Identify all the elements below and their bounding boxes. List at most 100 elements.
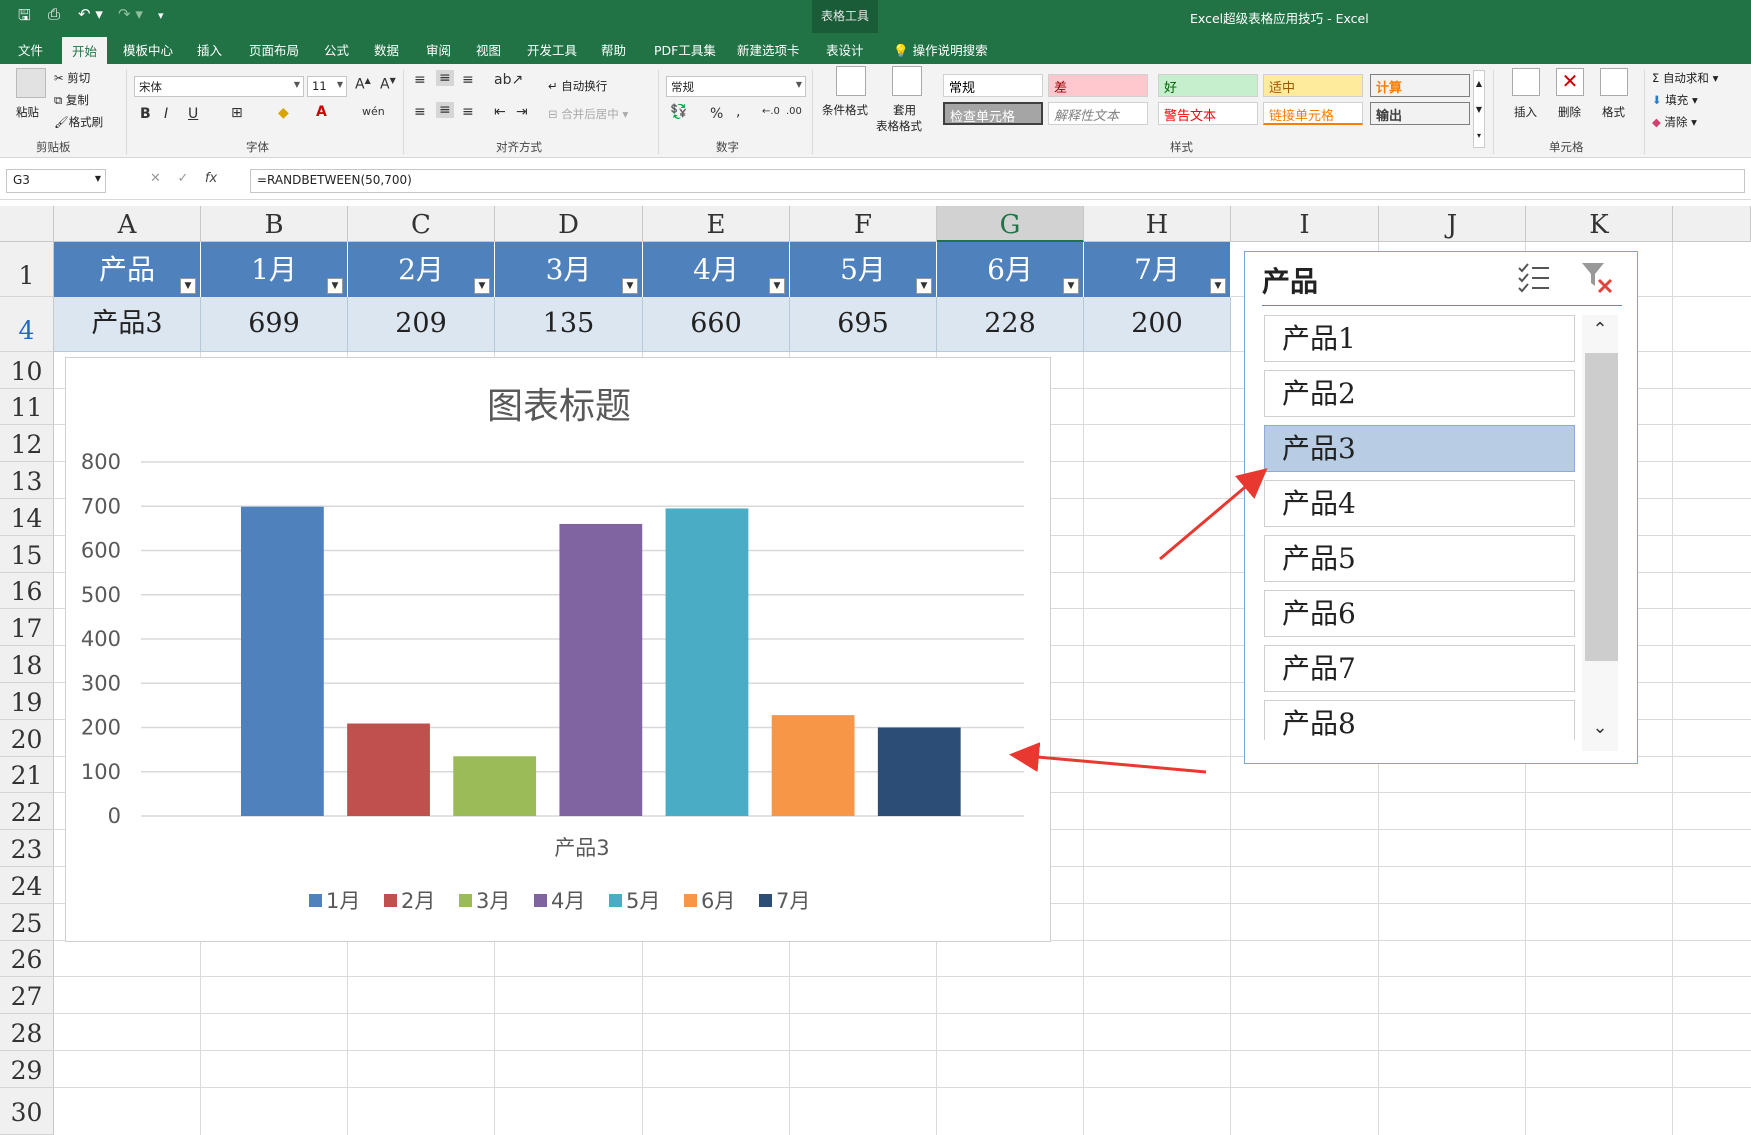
row-header[interactable]: 22: [0, 793, 54, 830]
format-as-table-label-1[interactable]: 套用: [893, 102, 916, 118]
name-box[interactable]: G3 ▼: [6, 169, 106, 193]
slicer-item[interactable]: 产品3: [1264, 425, 1575, 472]
row-header[interactable]: 20: [0, 720, 54, 757]
column-header-partial[interactable]: [1673, 206, 1751, 242]
filter-dropdown-icon[interactable]: ▼: [622, 278, 638, 294]
slicer[interactable]: 产品 产品1 产品2 产品3 产品4 产品5 产品6 产品7 产品8 ⌃ ⌄: [1244, 251, 1638, 764]
table-cell[interactable]: 209: [348, 297, 495, 352]
table-cell[interactable]: 200: [1084, 297, 1231, 352]
format-as-table-label-2[interactable]: 表格格式: [876, 118, 922, 134]
insert-cells-icon[interactable]: [1512, 68, 1540, 96]
currency-icon[interactable]: 💱: [670, 104, 687, 120]
cell-style-1[interactable]: 差: [1048, 74, 1148, 97]
tab-help[interactable]: 帮助: [601, 40, 626, 59]
increase-indent-icon[interactable]: ⇥: [516, 104, 528, 120]
align-right-icon[interactable]: ≡: [462, 104, 474, 120]
table-cell[interactable]: 699: [201, 297, 348, 352]
cell-style-5[interactable]: 检查单元格: [943, 102, 1043, 125]
borders-icon[interactable]: ⊞: [231, 105, 243, 121]
cell-style-8[interactable]: 链接单元格: [1263, 102, 1363, 125]
row-header[interactable]: 18: [0, 646, 54, 683]
row-header[interactable]: 29: [0, 1051, 54, 1088]
row-header[interactable]: 26: [0, 941, 54, 977]
insert-function-icon[interactable]: fx: [205, 171, 217, 186]
cell-style-9[interactable]: 输出: [1370, 102, 1470, 125]
row-header[interactable]: 10: [0, 352, 54, 389]
styles-gallery-scroll[interactable]: ▲ ▼ ▾: [1473, 70, 1485, 148]
column-header[interactable]: B: [201, 206, 348, 242]
table-header-cell[interactable]: 产品 ▼: [54, 242, 201, 297]
align-left-icon[interactable]: ≡: [414, 104, 426, 120]
scrollbar-thumb[interactable]: [1585, 353, 1618, 661]
tab-home[interactable]: 开始: [62, 37, 108, 64]
align-center-icon[interactable]: ≡: [436, 102, 454, 118]
row-header[interactable]: 23: [0, 830, 54, 867]
slicer-item[interactable]: 产品1: [1264, 315, 1575, 362]
number-format-combo[interactable]: 常规 ▼: [666, 76, 806, 97]
row-header[interactable]: 24: [0, 867, 54, 904]
table-header-cell[interactable]: 5月 ▼: [790, 242, 937, 297]
italic-icon[interactable]: I: [164, 106, 168, 122]
column-header[interactable]: D: [495, 206, 643, 242]
row-header[interactable]: 21: [0, 757, 54, 793]
table-header-cell[interactable]: 7月 ▼: [1084, 242, 1231, 297]
autosum-button[interactable]: Σ 自动求和 ▾: [1652, 70, 1718, 86]
cell-style-3[interactable]: 适中: [1263, 74, 1363, 97]
font-color-icon[interactable]: A: [316, 104, 327, 120]
slicer-item[interactable]: 产品5: [1264, 535, 1575, 582]
align-middle-icon[interactable]: ≡: [436, 70, 454, 86]
tell-me-search[interactable]: 💡 操作说明搜索: [893, 40, 988, 59]
conditional-format-icon[interactable]: [836, 66, 866, 96]
fill-button[interactable]: ⬇ 填充 ▾: [1652, 92, 1698, 108]
filter-dropdown-icon[interactable]: ▼: [327, 278, 343, 294]
table-header-cell[interactable]: 6月 ▼: [937, 242, 1084, 297]
tab-file[interactable]: 文件: [18, 40, 43, 59]
row-header[interactable]: 15: [0, 536, 54, 573]
decrease-decimal-icon[interactable]: .00: [786, 106, 802, 117]
comma-icon[interactable]: ,: [736, 104, 740, 120]
filter-dropdown-icon[interactable]: ▼: [1063, 278, 1079, 294]
print-preview-icon[interactable]: ⎙: [48, 5, 60, 23]
slicer-scrollbar[interactable]: ⌃ ⌄: [1582, 315, 1618, 751]
row-header[interactable]: 30: [0, 1088, 54, 1135]
table-cell[interactable]: 228: [937, 297, 1084, 352]
increase-decimal-icon[interactable]: ←.0: [762, 106, 780, 117]
select-all-corner[interactable]: [0, 206, 54, 242]
column-chart[interactable]: 图表标题 0 100 200 300 400 500 600 700 800 产品3 1月 2月 3月 4月…: [65, 357, 1051, 942]
column-header[interactable]: K: [1526, 206, 1673, 242]
tab-review[interactable]: 审阅: [426, 40, 451, 59]
cell-style-4[interactable]: 计算: [1370, 74, 1470, 97]
percent-icon[interactable]: %: [710, 106, 723, 122]
row-header[interactable]: 12: [0, 425, 54, 462]
table-cell[interactable]: 产品3: [54, 297, 201, 352]
tab-pdf-tools[interactable]: PDF工具集: [654, 40, 716, 59]
column-header[interactable]: A: [54, 206, 201, 242]
column-header[interactable]: I: [1231, 206, 1379, 242]
table-header-cell[interactable]: 4月 ▼: [643, 242, 790, 297]
underline-icon[interactable]: U: [188, 106, 198, 122]
filter-applied-icon[interactable]: ▼: [180, 278, 196, 294]
tab-new-tab[interactable]: 新建选项卡: [737, 40, 800, 59]
slicer-item[interactable]: 产品2: [1264, 370, 1575, 417]
tab-page-layout[interactable]: 页面布局: [249, 40, 299, 59]
conditional-format-button[interactable]: 条件格式: [822, 102, 868, 118]
shrink-font-icon[interactable]: A▼: [380, 76, 396, 93]
align-bottom-icon[interactable]: ≡: [462, 72, 474, 88]
customize-toolbar-icon[interactable]: ▾: [158, 9, 164, 22]
grow-font-icon[interactable]: A▲: [355, 76, 371, 93]
cell-style-2[interactable]: 好: [1158, 74, 1258, 97]
table-header-cell[interactable]: 3月 ▼: [495, 242, 643, 297]
paste-icon[interactable]: [16, 68, 46, 98]
chevron-down-icon[interactable]: ⌄: [1582, 717, 1618, 747]
filter-dropdown-icon[interactable]: ▼: [769, 278, 785, 294]
align-top-icon[interactable]: ≡: [414, 72, 426, 88]
filter-dropdown-icon[interactable]: ▼: [1210, 278, 1226, 294]
row-header[interactable]: 17: [0, 609, 54, 646]
format-cells-button[interactable]: 格式: [1602, 104, 1625, 120]
decrease-indent-icon[interactable]: ⇤: [494, 104, 506, 120]
clear-filter-icon[interactable]: [1579, 260, 1615, 296]
cell-style-0[interactable]: 常规: [943, 74, 1043, 97]
fill-color-icon[interactable]: ◆: [278, 105, 289, 121]
table-header-cell[interactable]: 1月 ▼: [201, 242, 348, 297]
row-header[interactable]: 11: [0, 389, 54, 425]
